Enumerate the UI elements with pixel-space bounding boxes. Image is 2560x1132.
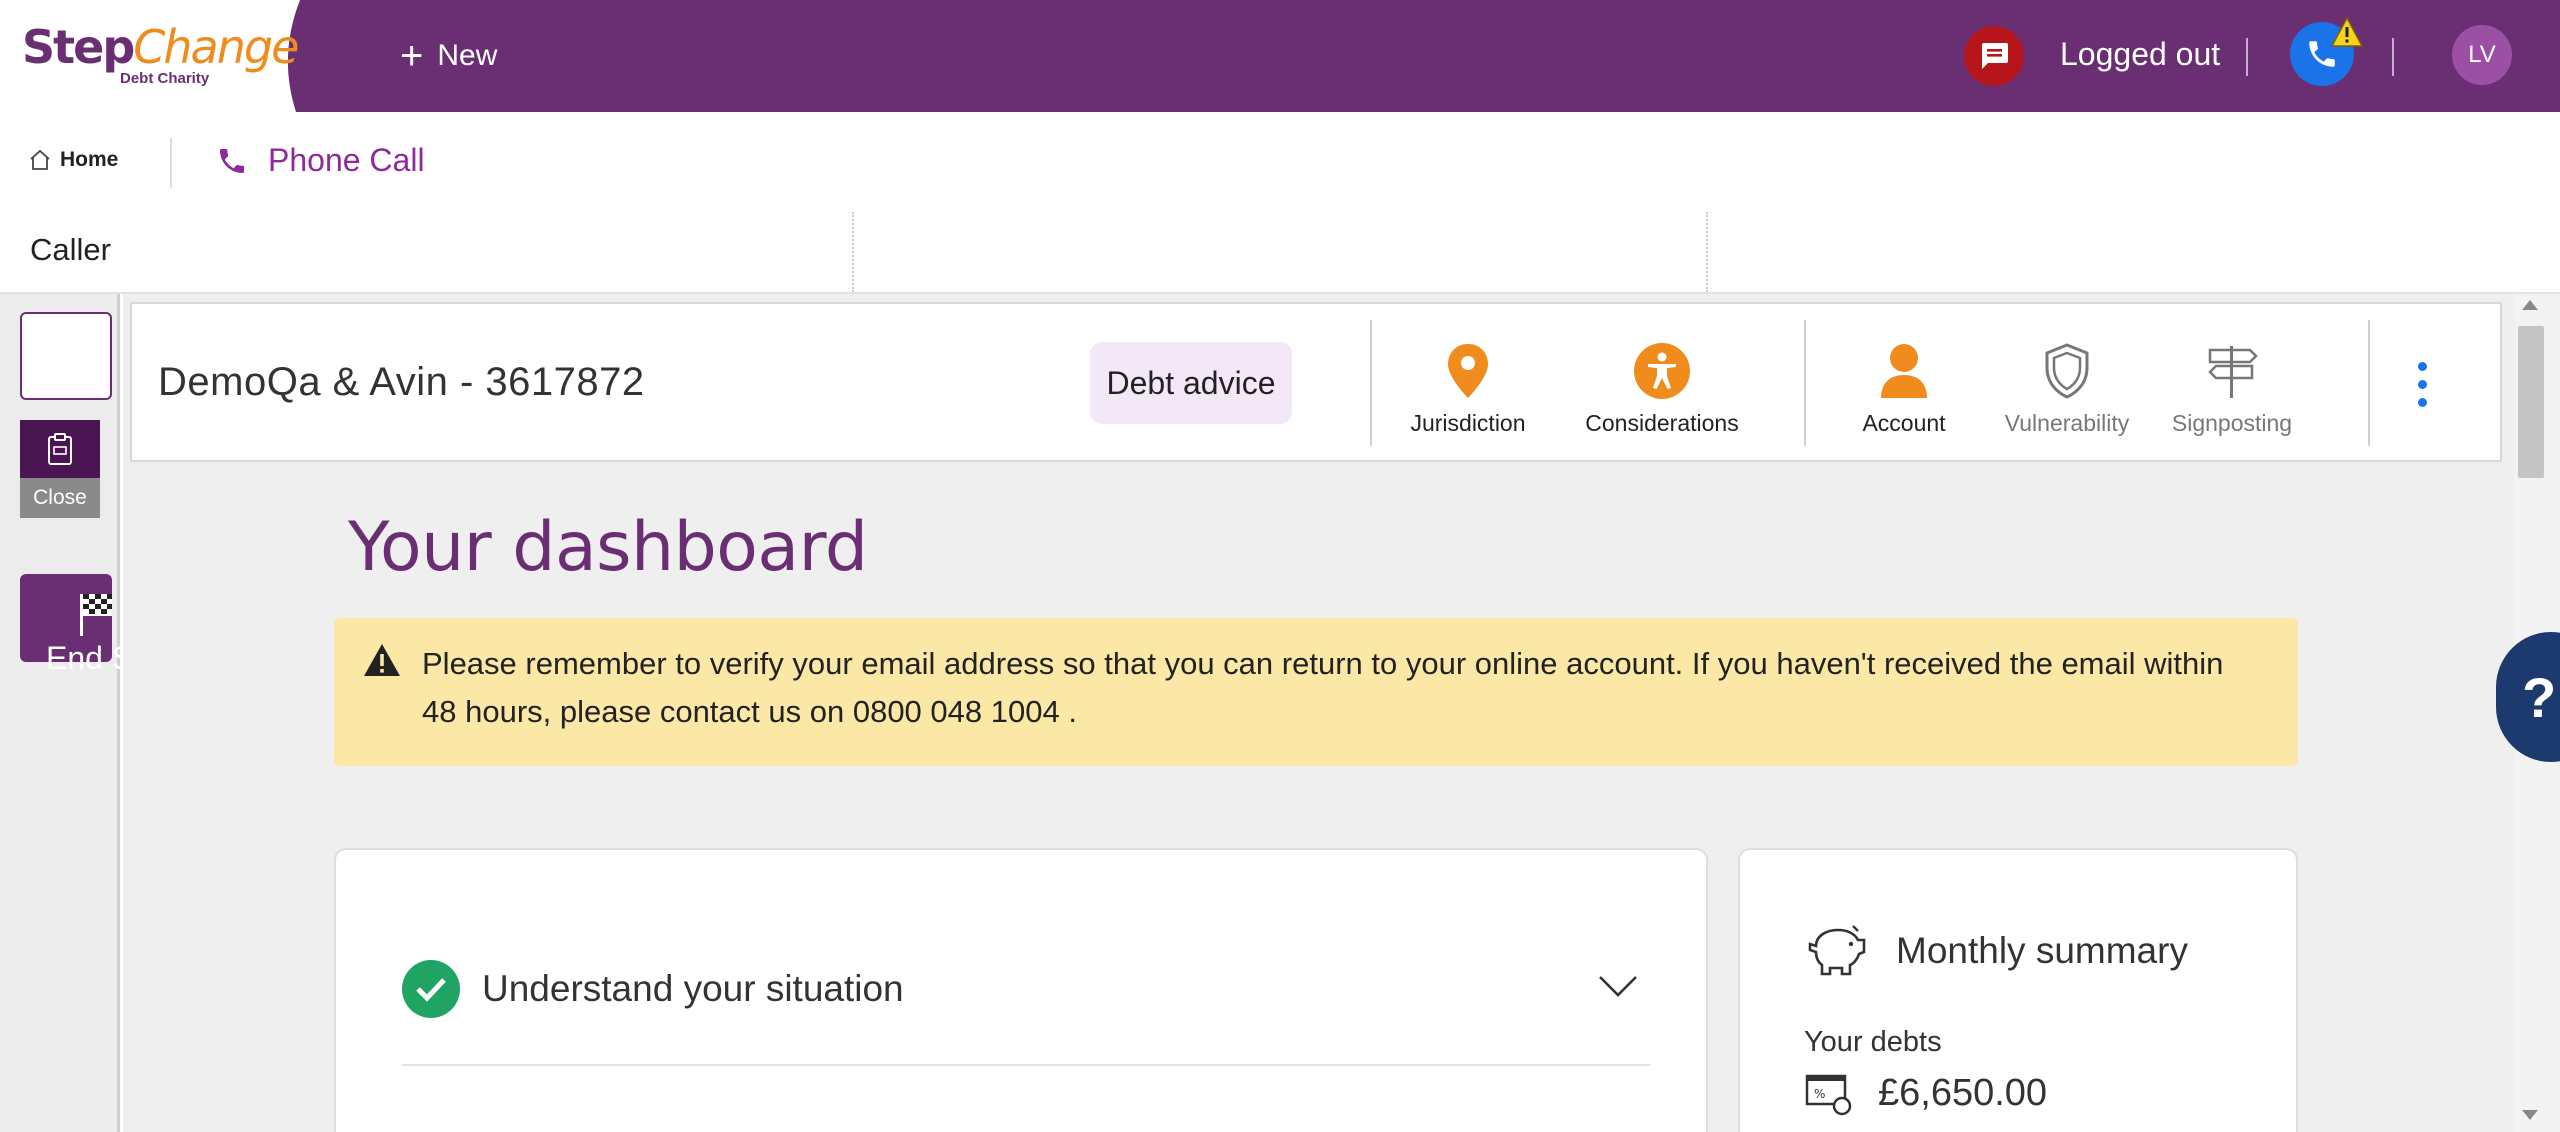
logo-wordmark: StepChange: [22, 20, 299, 74]
header-divider: [2368, 320, 2370, 446]
debt-advice-badge[interactable]: Debt advice: [1090, 342, 1292, 424]
signposting-label: Signposting: [2171, 410, 2293, 436]
warning-badge-icon: [2330, 16, 2364, 53]
left-rail: Close End Session: [0, 294, 120, 1132]
logo-step-text: Step: [22, 20, 135, 74]
debts-label: Your debts: [1804, 1026, 1942, 1058]
monthly-summary-card: Monthly summary Your debts % £6,650.00: [1738, 848, 2298, 1132]
end-session-label: End Session: [46, 640, 120, 676]
topbar-divider: [2392, 38, 2394, 76]
home-link[interactable]: Home: [28, 148, 118, 172]
considerations-label: Considerations: [1585, 410, 1739, 436]
step-label: Understand your situation: [482, 968, 904, 1009]
caller-label: Caller: [30, 232, 111, 267]
topbar-divider: [2246, 38, 2248, 76]
account-label: Account: [1862, 410, 1946, 436]
jurisdiction-label: Jurisdiction: [1410, 410, 1526, 436]
steps-card: Understand your situation: [334, 848, 1708, 1132]
page-title: Your dashboard: [348, 508, 868, 587]
checkmark-icon: [402, 960, 460, 1018]
logo-change-text: Change: [133, 20, 299, 74]
top-bar: StepChange Debt Charity + New Logged out…: [0, 0, 2560, 112]
more-options-icon[interactable]: [2418, 362, 2427, 407]
vulnerability-button[interactable]: Vulnerability: [1992, 340, 2142, 437]
logo-subtitle: Debt Charity: [120, 70, 210, 87]
phone-call-tab[interactable]: Phone Call: [216, 142, 425, 179]
chat-bubble-icon: [1982, 43, 2008, 69]
avatar[interactable]: LV: [2452, 25, 2512, 85]
clipboard-button[interactable]: [20, 420, 100, 478]
scroll-down-arrow-icon[interactable]: [2522, 1110, 2538, 1120]
email-verification-notice: Please remember to verify your email add…: [334, 618, 2298, 766]
shield-icon: [2045, 343, 2089, 399]
home-label: Home: [60, 148, 119, 171]
notice-text: Please remember to verify your email add…: [422, 646, 2224, 729]
nav-divider: [170, 138, 172, 188]
warning-icon: [362, 642, 402, 683]
piggy-bank-icon: [1806, 924, 1868, 983]
signpost-icon: [2208, 346, 2258, 398]
case-title: DemoQa & Avin - 3617872: [158, 360, 645, 404]
scrollbar-thumb[interactable]: [2518, 326, 2544, 478]
navigation-row: Home Phone Call: [0, 112, 2560, 212]
new-button-label: New: [437, 39, 498, 72]
location-pin-icon: [1448, 344, 1488, 398]
presence-status[interactable]: Logged out: [2060, 36, 2220, 73]
caller-column-divider: [1706, 212, 1708, 292]
accessibility-icon: [1634, 343, 1690, 399]
new-button[interactable]: + New: [400, 34, 497, 78]
phone-icon: [220, 148, 244, 173]
scroll-up-arrow-icon[interactable]: [2522, 300, 2538, 310]
phone-call-label: Phone Call: [268, 142, 425, 178]
home-icon: [30, 149, 50, 170]
header-divider: [1370, 320, 1372, 446]
header-divider: [1804, 320, 1806, 446]
clipboard-icon: [48, 433, 72, 465]
person-icon: [1881, 344, 1927, 398]
debts-value: £6,650.00: [1878, 1072, 2048, 1114]
signposting-button[interactable]: Signposting: [2158, 340, 2306, 437]
caller-column-divider: [852, 212, 854, 292]
stepchange-logo[interactable]: StepChange Debt Charity: [0, 0, 312, 112]
debt-bill-icon: %: [1804, 1072, 1852, 1121]
close-button[interactable]: Close: [20, 478, 100, 518]
jurisdiction-button[interactable]: Jurisdiction: [1410, 340, 1526, 437]
session-tile[interactable]: [20, 312, 112, 400]
account-button[interactable]: Account: [1838, 340, 1970, 437]
monthly-summary-title: Monthly summary: [1896, 930, 2188, 971]
vulnerability-label: Vulnerability: [2004, 410, 2130, 436]
caller-row: Caller: [0, 212, 2560, 294]
chevron-down-icon[interactable]: [1598, 974, 1638, 1003]
step-understand-situation[interactable]: Understand your situation: [402, 960, 1650, 1066]
chat-icon[interactable]: [1964, 26, 2024, 86]
plus-icon: +: [400, 34, 424, 78]
considerations-button[interactable]: Considerations: [1572, 340, 1752, 437]
case-header: DemoQa & Avin - 3617872 Debt advice Juri…: [130, 302, 2502, 462]
svg-text:%: %: [1814, 1087, 1825, 1101]
